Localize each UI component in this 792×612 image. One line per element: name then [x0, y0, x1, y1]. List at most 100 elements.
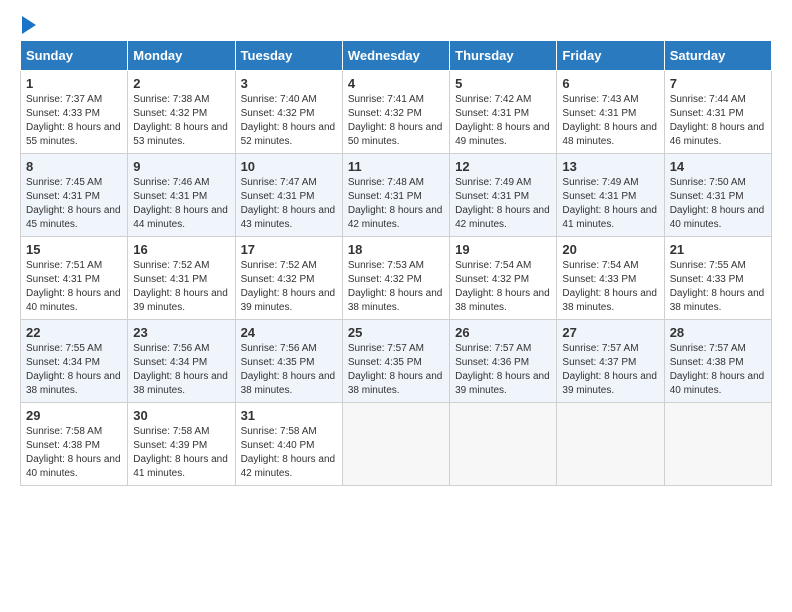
sunrise-text: Sunrise: 7:38 AM [133, 94, 209, 105]
daylight-text: Daylight: 8 hours and 55 minutes. [26, 122, 121, 147]
calendar-cell: 9Sunrise: 7:46 AMSunset: 4:31 PMDaylight… [128, 154, 235, 237]
calendar-cell: 27Sunrise: 7:57 AMSunset: 4:37 PMDayligh… [557, 320, 664, 403]
sunrise-text: Sunrise: 7:58 AM [133, 426, 209, 437]
sunrise-text: Sunrise: 7:57 AM [562, 343, 638, 354]
cell-details: Sunrise: 7:54 AMSunset: 4:33 PMDaylight:… [562, 259, 658, 315]
calendar-week-row: 8Sunrise: 7:45 AMSunset: 4:31 PMDaylight… [21, 154, 772, 237]
col-header-sunday: Sunday [21, 41, 128, 71]
cell-details: Sunrise: 7:48 AMSunset: 4:31 PMDaylight:… [348, 176, 444, 232]
sunset-text: Sunset: 4:33 PM [562, 274, 636, 285]
day-number: 22 [26, 325, 122, 340]
sunset-text: Sunset: 4:31 PM [670, 191, 744, 202]
cell-details: Sunrise: 7:57 AMSunset: 4:37 PMDaylight:… [562, 342, 658, 398]
logo [20, 16, 36, 34]
calendar-cell: 12Sunrise: 7:49 AMSunset: 4:31 PMDayligh… [450, 154, 557, 237]
day-number: 24 [241, 325, 337, 340]
calendar-cell: 21Sunrise: 7:55 AMSunset: 4:33 PMDayligh… [664, 237, 771, 320]
day-number: 19 [455, 242, 551, 257]
day-number: 4 [348, 76, 444, 91]
calendar-cell: 24Sunrise: 7:56 AMSunset: 4:35 PMDayligh… [235, 320, 342, 403]
calendar-cell: 28Sunrise: 7:57 AMSunset: 4:38 PMDayligh… [664, 320, 771, 403]
sunset-text: Sunset: 4:31 PM [26, 191, 100, 202]
sunrise-text: Sunrise: 7:42 AM [455, 94, 531, 105]
daylight-text: Daylight: 8 hours and 49 minutes. [455, 122, 550, 147]
sunrise-text: Sunrise: 7:53 AM [348, 260, 424, 271]
sunrise-text: Sunrise: 7:48 AM [348, 177, 424, 188]
sunset-text: Sunset: 4:35 PM [241, 357, 315, 368]
calendar-cell: 13 Sunrise: 7:49 AMSunset: 4:31 PMDayligh… [557, 154, 664, 237]
calendar-cell [557, 403, 664, 486]
day-number: 15 [26, 242, 122, 257]
calendar-cell: 31Sunrise: 7:58 AMSunset: 4:40 PMDayligh… [235, 403, 342, 486]
calendar-cell: 17Sunrise: 7:52 AMSunset: 4:32 PMDayligh… [235, 237, 342, 320]
cell-details: Sunrise: 7:49 AMSunset: 4:31 PMDaylight:… [562, 176, 658, 232]
cell-details: Sunrise: 7:55 AM Sunset: 4:34 PM Daylight:… [26, 342, 122, 398]
daylight-text: Daylight: 8 hours and 40 minutes. [26, 288, 121, 313]
calendar-week-row: 15 Sunrise: 7:51 AMSunset: 4:31 PMDayligh… [21, 237, 772, 320]
daylight-text: Daylight: 8 hours and 41 minutes. [133, 454, 228, 479]
cell-details: Sunrise: 7:51 AMSunset: 4:31 PMDaylight:… [26, 259, 122, 315]
sunset-text: Sunset: 4:32 PM [455, 274, 529, 285]
sunset-text: Sunset: 4:31 PM [455, 191, 529, 202]
daylight-text: Daylight: 8 hours and 38 minutes. [670, 288, 765, 313]
sunrise-text: Sunrise: 7:49 AM [455, 177, 531, 188]
calendar-cell: 1Sunrise: 7:37 AMSunset: 4:33 PMDaylight… [21, 71, 128, 154]
sunset-text: Sunset: 4:34 PM [26, 357, 100, 368]
calendar-week-row: 1Sunrise: 7:37 AMSunset: 4:33 PMDaylight… [21, 71, 772, 154]
calendar-cell: 26Sunrise: 7:57 AMSunset: 4:36 PMDayligh… [450, 320, 557, 403]
daylight-text: Daylight: 8 hours and 44 minutes. [133, 205, 228, 230]
calendar-cell: 22 Sunrise: 7:55 AM Sunset: 4:34 PM Dayligh… [21, 320, 128, 403]
sunrise-text: Sunrise: 7:50 AM [670, 177, 746, 188]
calendar-header-row: SundayMondayTuesdayWednesdayThursdayFrid… [21, 41, 772, 71]
calendar-cell: 6Sunrise: 7:43 AMSunset: 4:31 PMDaylight… [557, 71, 664, 154]
cell-details: Sunrise: 7:49 AMSunset: 4:31 PMDaylight:… [455, 176, 551, 232]
sunrise-text: Sunrise: 7:54 AM [455, 260, 531, 271]
sunrise-text: Sunrise: 7:45 AM [26, 177, 102, 188]
sunrise-text: Sunrise: 7:37 AM [26, 94, 102, 105]
cell-details: Sunrise: 7:57 AMSunset: 4:36 PMDaylight:… [455, 342, 551, 398]
cell-details: Sunrise: 7:54 AMSunset: 4:32 PMDaylight:… [455, 259, 551, 315]
sunset-text: Sunset: 4:38 PM [26, 440, 100, 451]
daylight-text: Daylight: 8 hours and 38 minutes. [26, 371, 121, 396]
day-number: 23 [133, 325, 229, 340]
cell-details: Sunrise: 7:42 AM Sunset: 4:31 PM Daylight:… [455, 93, 551, 149]
day-number: 9 [133, 159, 229, 174]
page: SundayMondayTuesdayWednesdayThursdayFrid… [0, 0, 792, 612]
daylight-text: Daylight: 8 hours and 53 minutes. [133, 122, 228, 147]
sunrise-text: Sunrise: 7:54 AM [562, 260, 638, 271]
calendar-cell: 30Sunrise: 7:58 AMSunset: 4:39 PMDayligh… [128, 403, 235, 486]
sunset-text: Sunset: 4:32 PM [133, 108, 207, 119]
day-number: 13 [562, 159, 658, 174]
calendar-cell: 14Sunrise: 7:50 AMSunset: 4:31 PMDayligh… [664, 154, 771, 237]
daylight-text: Daylight: 8 hours and 42 minutes. [348, 205, 443, 230]
col-header-thursday: Thursday [450, 41, 557, 71]
calendar-cell [342, 403, 449, 486]
cell-details: Sunrise: 7:44 AMSunset: 4:31 PMDaylight:… [670, 93, 766, 149]
day-number: 21 [670, 242, 766, 257]
sunset-text: Sunset: 4:34 PM [133, 357, 207, 368]
sunset-text: Sunset: 4:31 PM [455, 108, 529, 119]
calendar-week-row: 29Sunrise: 7:58 AMSunset: 4:38 PMDayligh… [21, 403, 772, 486]
sunrise-text: Sunrise: 7:52 AM [241, 260, 317, 271]
cell-details: Sunrise: 7:41 AMSunset: 4:32 PMDaylight:… [348, 93, 444, 149]
cell-details: Sunrise: 7:47 AMSunset: 4:31 PMDaylight:… [241, 176, 337, 232]
sunset-text: Sunset: 4:32 PM [348, 108, 422, 119]
calendar-cell: 10Sunrise: 7:47 AMSunset: 4:31 PMDayligh… [235, 154, 342, 237]
sunset-text: Sunset: 4:31 PM [562, 108, 636, 119]
col-header-monday: Monday [128, 41, 235, 71]
daylight-text: Daylight: 8 hours and 50 minutes. [348, 122, 443, 147]
daylight-text: Daylight: 8 hours and 41 minutes. [562, 205, 657, 230]
logo-arrow-icon [22, 16, 36, 34]
daylight-text: Daylight: 8 hours and 38 minutes. [348, 371, 443, 396]
sunrise-text: Sunrise: 7:55 AM [670, 260, 746, 271]
sunrise-text: Sunrise: 7:57 AM [670, 343, 746, 354]
sunrise-text: Sunrise: 7:55 AM [26, 343, 102, 354]
sunset-text: Sunset: 4:38 PM [670, 357, 744, 368]
daylight-text: Daylight: 8 hours and 38 minutes. [241, 371, 336, 396]
day-number: 17 [241, 242, 337, 257]
day-number: 2 [133, 76, 229, 91]
col-header-tuesday: Tuesday [235, 41, 342, 71]
calendar-cell: 19Sunrise: 7:54 AMSunset: 4:32 PMDayligh… [450, 237, 557, 320]
sunrise-text: Sunrise: 7:57 AM [348, 343, 424, 354]
day-number: 16 [133, 242, 229, 257]
